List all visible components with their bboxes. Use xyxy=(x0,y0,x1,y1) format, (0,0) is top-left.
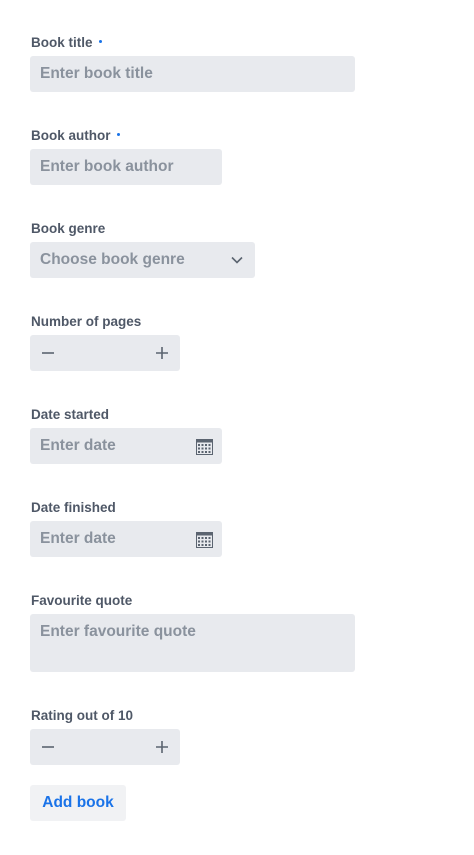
chevron-down-icon xyxy=(231,256,243,264)
date-started-field[interactable] xyxy=(30,428,222,464)
add-book-button[interactable]: Add book xyxy=(30,785,126,821)
favourite-quote-textarea[interactable] xyxy=(30,614,355,672)
favourite-quote-field[interactable] xyxy=(30,614,355,672)
date-finished-label: Date finished xyxy=(31,500,116,515)
book-genre-label: Book genre xyxy=(31,221,106,236)
required-indicator-icon xyxy=(98,39,102,43)
minus-icon xyxy=(42,746,54,748)
required-indicator-icon xyxy=(116,132,120,136)
date-started-input[interactable] xyxy=(30,428,186,464)
number-of-pages-stepper[interactable] xyxy=(30,335,180,371)
number-of-pages-label: Number of pages xyxy=(31,314,142,329)
plus-icon xyxy=(156,347,168,359)
rating-stepper[interactable] xyxy=(30,729,180,765)
date-finished-input[interactable] xyxy=(30,521,186,557)
book-genre-placeholder: Choose book genre xyxy=(40,251,185,268)
decrement-rating-button[interactable] xyxy=(30,729,66,765)
book-genre-select[interactable]: Choose book genre xyxy=(30,242,255,278)
book-author-label-text: Book author xyxy=(31,128,111,143)
plus-icon xyxy=(156,741,168,753)
increment-pages-button[interactable] xyxy=(144,335,180,371)
calendar-icon[interactable] xyxy=(196,531,213,548)
book-author-field[interactable] xyxy=(30,149,222,185)
rating-label: Rating out of 10 xyxy=(31,708,133,723)
date-finished-field[interactable] xyxy=(30,521,222,557)
add-book-form: Book title Book author Book genre Choose… xyxy=(0,0,474,855)
book-title-field[interactable] xyxy=(30,56,355,92)
date-started-label: Date started xyxy=(31,407,110,422)
book-author-label: Book author xyxy=(31,128,120,144)
calendar-icon[interactable] xyxy=(196,438,213,455)
favourite-quote-label: Favourite quote xyxy=(31,593,133,608)
minus-icon xyxy=(42,352,54,354)
increment-rating-button[interactable] xyxy=(144,729,180,765)
book-title-label: Book title xyxy=(31,35,102,51)
book-title-input[interactable] xyxy=(30,56,355,92)
book-title-label-text: Book title xyxy=(31,35,93,50)
decrement-pages-button[interactable] xyxy=(30,335,66,371)
book-author-input[interactable] xyxy=(30,149,222,185)
